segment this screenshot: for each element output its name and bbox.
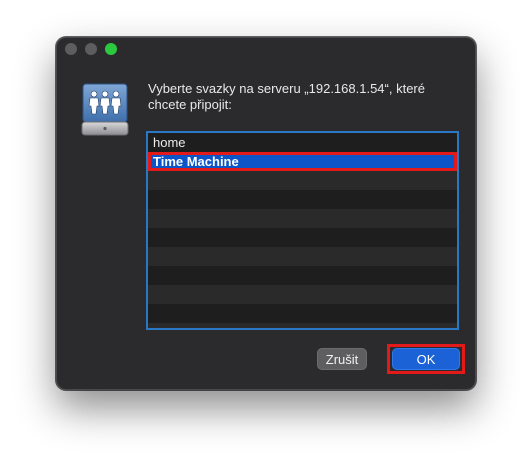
minimize-window-button[interactable] [85, 43, 97, 55]
empty-list-row [148, 228, 457, 247]
volume-item-home[interactable]: home [148, 133, 457, 152]
empty-list-row [148, 266, 457, 285]
empty-list-row [148, 285, 457, 304]
volume-item-label: Time Machine [153, 154, 239, 169]
volume-item-label: home [153, 135, 186, 150]
empty-list-row [148, 171, 457, 190]
empty-list-row [148, 190, 457, 209]
connect-volumes-dialog: Vyberte svazky na serveru „192.168.1.54“… [56, 37, 476, 390]
ok-button[interactable]: OK [392, 348, 460, 370]
title-bar [57, 38, 475, 60]
dialog-prompt: Vyberte svazky na serveru „192.168.1.54“… [148, 81, 425, 112]
screen: Vyberte svazky na serveru „192.168.1.54“… [0, 0, 532, 464]
volume-item-time-machine[interactable]: Time Machine [148, 152, 457, 171]
empty-list-row [148, 209, 457, 228]
cancel-button[interactable]: Zrušit [317, 348, 367, 370]
volume-list[interactable]: home Time Machine [146, 131, 459, 330]
network-server-icon [81, 82, 129, 138]
empty-list-row [148, 247, 457, 266]
close-window-button[interactable] [65, 43, 77, 55]
empty-list-row [148, 304, 457, 323]
zoom-window-button[interactable] [105, 43, 117, 55]
empty-list-row [148, 323, 457, 328]
